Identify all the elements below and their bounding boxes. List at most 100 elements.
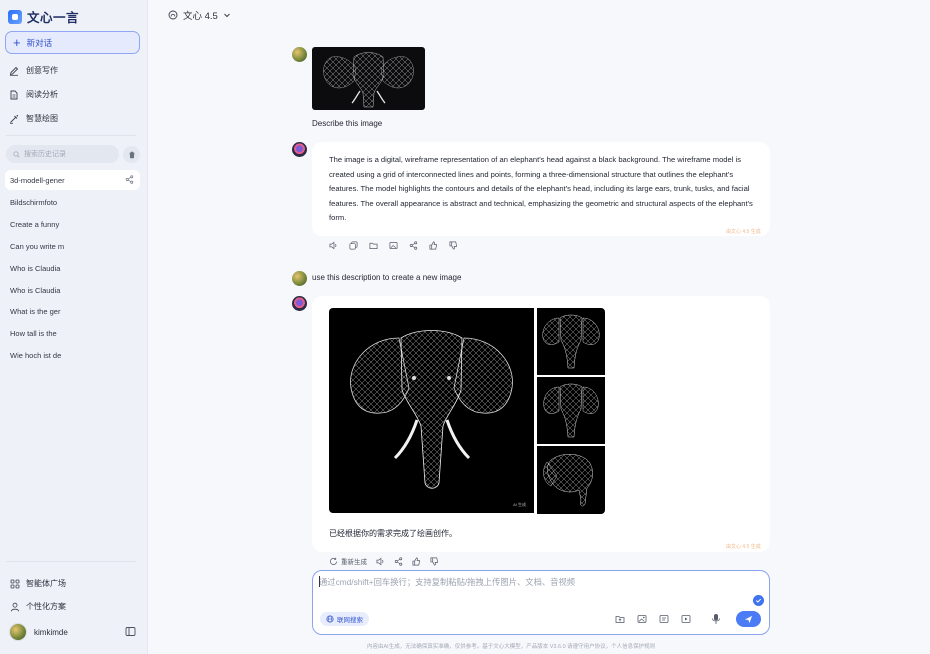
nav-creative-writing[interactable]: 创意写作 bbox=[9, 65, 58, 76]
speaker-icon[interactable] bbox=[376, 557, 385, 566]
uploaded-image[interactable] bbox=[312, 47, 425, 110]
user-profile[interactable]: kimkimde bbox=[9, 622, 139, 642]
model-name: 文心 4.5 bbox=[183, 11, 218, 22]
check-icon bbox=[753, 595, 764, 606]
history-item[interactable]: Can you write m bbox=[5, 236, 140, 256]
bot-avatar bbox=[292, 142, 307, 157]
history-item-label: Create a funny bbox=[10, 219, 60, 229]
chat-input-placeholder[interactable]: 通过cmd/shift+回车换行；支持复制粘贴/拖拽上传图片、文档、音视频 bbox=[319, 576, 575, 588]
elephant-wireframe-image bbox=[542, 314, 600, 369]
paint-icon bbox=[10, 114, 19, 124]
sidebar-collapse-icon[interactable] bbox=[125, 626, 136, 637]
microphone-icon[interactable] bbox=[711, 613, 721, 625]
username: kimkimde bbox=[34, 627, 68, 637]
avatar bbox=[9, 623, 27, 641]
user-message: use this description to create a new ima… bbox=[312, 273, 462, 282]
history-item-label: Bildschirmfoto bbox=[10, 197, 58, 207]
thumbs-up-icon[interactable] bbox=[412, 557, 421, 566]
history-item[interactable]: Who is Claudia bbox=[5, 280, 140, 300]
thumbs-down-icon[interactable] bbox=[430, 557, 439, 566]
history-item[interactable]: Who is Claudia bbox=[5, 258, 140, 278]
thumbs-down-icon[interactable] bbox=[449, 241, 458, 250]
history-item[interactable]: How tall is the bbox=[5, 323, 140, 343]
nav-label: 阅读分析 bbox=[26, 90, 58, 99]
refresh-icon bbox=[329, 557, 338, 565]
ai-watermark: AI 生成 bbox=[513, 502, 526, 507]
share-icon[interactable] bbox=[125, 175, 134, 184]
history-item[interactable]: Create a funny bbox=[5, 214, 140, 234]
chevron-down-icon bbox=[224, 13, 230, 18]
share-icon[interactable] bbox=[394, 556, 403, 566]
nav-label: 智慧绘图 bbox=[26, 114, 58, 123]
document-upload-icon[interactable] bbox=[659, 614, 669, 624]
history-item-label: Can you write m bbox=[10, 241, 65, 251]
sidebar: 文心一言 + 新对话 创意写作 阅读分析 智慧绘图 搜索历史记录 3d-mode… bbox=[0, 0, 148, 654]
clear-history-button[interactable] bbox=[123, 146, 140, 163]
history-item[interactable]: Bildschirmfoto bbox=[5, 192, 140, 212]
web-search-toggle[interactable]: 联网搜索 bbox=[320, 612, 369, 626]
generated-image-variant[interactable] bbox=[537, 377, 605, 444]
history-item[interactable]: What is the ger bbox=[5, 301, 140, 321]
speaker-icon[interactable] bbox=[329, 241, 338, 250]
model-selector[interactable]: 文心 4.5 bbox=[168, 8, 231, 22]
new-chat-button[interactable]: + 新对话 bbox=[5, 31, 140, 54]
history-item-label: How tall is the bbox=[10, 328, 57, 338]
logo-icon bbox=[8, 9, 22, 24]
search-placeholder: 搜索历史记录 bbox=[24, 151, 66, 158]
video-upload-icon[interactable] bbox=[681, 614, 691, 624]
agent-plaza-link[interactable]: 智能体广场 bbox=[10, 578, 66, 589]
upload-file-icon[interactable] bbox=[615, 614, 625, 624]
model-logo-icon bbox=[168, 10, 178, 20]
generated-image-main[interactable]: AI 生成 bbox=[329, 308, 534, 513]
search-icon bbox=[13, 150, 20, 158]
history-item-label: 3d-modell-gener bbox=[10, 175, 65, 185]
bot-message: The image is a digital, wireframe repres… bbox=[329, 155, 753, 222]
regenerate-button[interactable]: 重新生成 bbox=[329, 556, 367, 566]
bot-message: 已经根据你的需求完成了绘画创作。 bbox=[329, 529, 457, 538]
personalization-link[interactable]: 个性化方案 bbox=[10, 601, 66, 612]
web-search-label: 联网搜索 bbox=[337, 617, 363, 624]
globe-icon bbox=[326, 615, 334, 623]
history-search-input[interactable]: 搜索历史记录 bbox=[6, 145, 119, 163]
user-message: Describe this image bbox=[312, 119, 383, 128]
elephant-wireframe-image bbox=[543, 454, 593, 507]
elephant-wireframe-image bbox=[323, 52, 414, 108]
grid-icon bbox=[10, 579, 20, 588]
image-upload-icon[interactable] bbox=[637, 614, 647, 624]
send-icon bbox=[744, 615, 753, 623]
history-item[interactable]: 3d-modell-gener bbox=[5, 170, 140, 190]
send-button[interactable] bbox=[736, 611, 761, 627]
message-toolbar: 重新生成 bbox=[329, 556, 439, 566]
history-item-label: Wie hoch ist de bbox=[10, 350, 62, 360]
nav-smart-drawing[interactable]: 智慧绘图 bbox=[9, 113, 58, 124]
divider bbox=[6, 135, 136, 136]
app-logo[interactable]: 文心一言 bbox=[8, 7, 79, 26]
history-item-label: What is the ger bbox=[10, 306, 61, 316]
bot-avatar bbox=[292, 296, 307, 311]
person-icon bbox=[10, 602, 20, 611]
elephant-wireframe-image bbox=[350, 330, 513, 489]
generated-image-variant[interactable] bbox=[537, 308, 605, 375]
user-avatar bbox=[292, 47, 307, 62]
agent-plaza-label: 智能体广场 bbox=[26, 579, 66, 588]
model-tag: 由文心 4.5 生成 bbox=[726, 229, 761, 235]
regenerate-label: 重新生成 bbox=[341, 559, 367, 566]
pen-icon bbox=[9, 66, 19, 76]
history-item[interactable]: Wie hoch ist de bbox=[5, 345, 140, 365]
user-avatar bbox=[292, 271, 307, 286]
trash-icon bbox=[129, 151, 134, 158]
new-chat-label: 新对话 bbox=[26, 37, 53, 48]
share-icon[interactable] bbox=[409, 241, 418, 250]
generated-image-variant[interactable] bbox=[537, 446, 605, 514]
copy-icon[interactable] bbox=[349, 241, 358, 250]
nav-reading-analysis[interactable]: 阅读分析 bbox=[9, 89, 58, 100]
personalization-label: 个性化方案 bbox=[26, 602, 66, 611]
history-item-label: Who is Claudia bbox=[10, 285, 61, 295]
nav-label: 创意写作 bbox=[26, 66, 58, 75]
thumbs-up-icon[interactable] bbox=[429, 241, 438, 250]
folder-icon[interactable] bbox=[369, 241, 378, 250]
plus-icon: + bbox=[13, 35, 21, 50]
image-icon[interactable] bbox=[389, 241, 398, 250]
footer-disclaimer: 内容由AI生成，无法确保真实准确，仅供参考。基于文心大模型，产品版本 V3.6.… bbox=[367, 644, 656, 650]
divider bbox=[6, 561, 136, 562]
